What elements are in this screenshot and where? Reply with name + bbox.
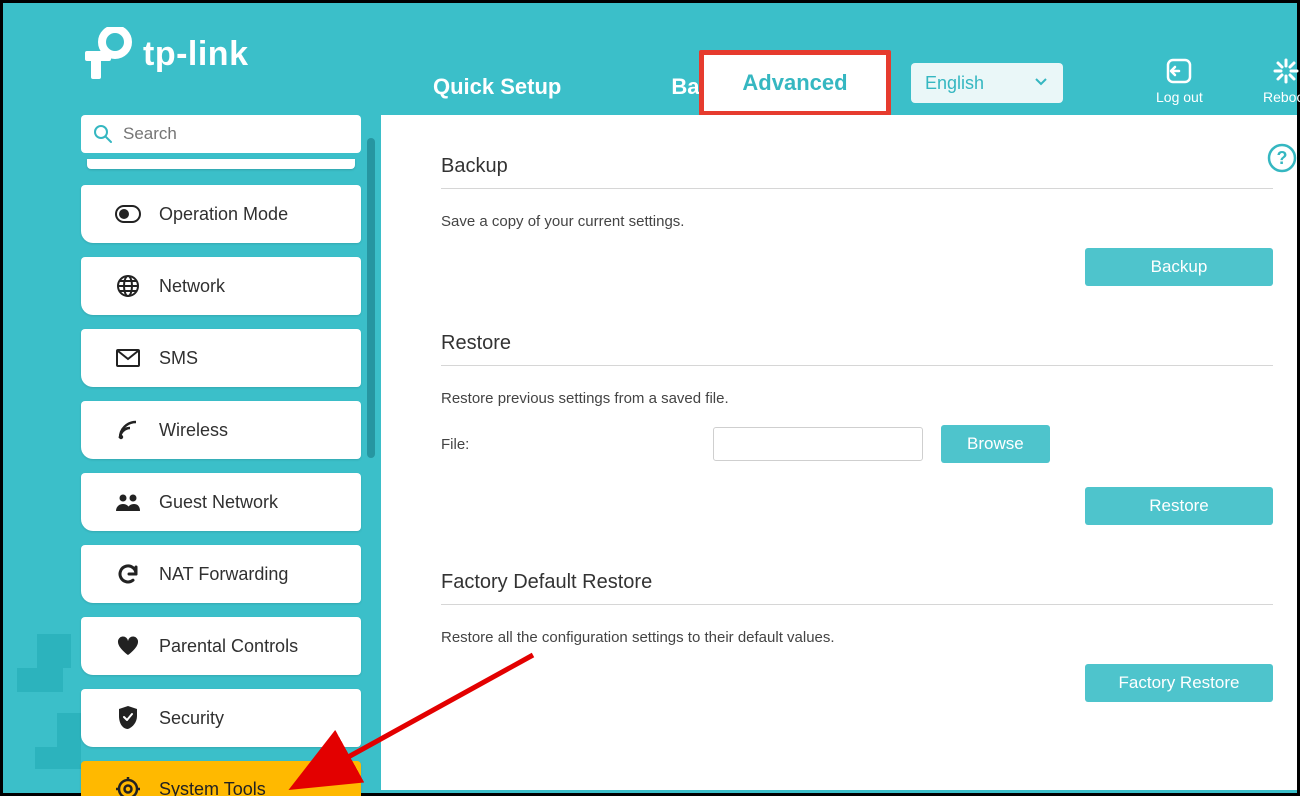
sidebar-item-nat-forwarding[interactable]: NAT Forwarding <box>81 545 361 603</box>
reboot-button[interactable]: Reboot <box>1263 57 1300 105</box>
tab-advanced-label: Advanced <box>712 60 878 106</box>
chevron-down-icon <box>1033 73 1049 94</box>
restore-button[interactable]: Restore <box>1085 487 1273 525</box>
sidebar-item-label: NAT Forwarding <box>159 564 288 585</box>
sidebar-item-system-tools[interactable]: System Tools <box>81 761 361 796</box>
sidebar-item-parental-controls[interactable]: Parental Controls <box>81 617 361 675</box>
shield-icon <box>115 705 141 731</box>
tab-advanced[interactable]: Advanced <box>699 50 891 116</box>
toggle-icon <box>115 201 141 227</box>
section-title: Factory Default Restore <box>441 571 1273 605</box>
sidebar-item-wireless[interactable]: Wireless <box>81 401 361 459</box>
search-icon <box>93 124 113 144</box>
brand-text: tp-link <box>143 35 248 74</box>
file-label: File: <box>441 436 713 453</box>
sidebar-item-operation-mode[interactable]: Operation Mode <box>81 185 361 243</box>
sidebar-item-label: Parental Controls <box>159 636 298 657</box>
heart-icon <box>115 633 141 659</box>
sidebar-item-label: Security <box>159 708 224 729</box>
sidebar-item-label: Wireless <box>159 420 228 441</box>
sidebar-item-security[interactable]: Security <box>81 689 361 747</box>
search-box[interactable] <box>81 115 361 153</box>
sidebar-item-label: Network <box>159 276 225 297</box>
section-title: Restore <box>441 332 1273 366</box>
backup-button[interactable]: Backup <box>1085 248 1273 286</box>
section-restore: Restore Restore previous settings from a… <box>441 332 1277 525</box>
search-input[interactable] <box>123 124 349 144</box>
language-select[interactable]: English <box>911 63 1063 103</box>
section-desc: Restore all the configuration settings t… <box>441 629 1277 646</box>
sidebar-item-label: System Tools <box>159 779 266 796</box>
section-title: Backup <box>441 155 1273 189</box>
browse-button[interactable]: Browse <box>941 425 1050 463</box>
svg-text:?: ? <box>1277 148 1288 168</box>
people-icon <box>115 489 141 515</box>
envelope-icon <box>115 345 141 371</box>
wifi-icon <box>115 417 141 443</box>
brand-logo: tp-link <box>85 27 248 81</box>
reboot-label: Reboot <box>1263 89 1300 105</box>
language-selected: English <box>925 73 984 94</box>
file-path-input[interactable] <box>713 427 923 461</box>
header-bar: tp-link Quick Setup Basic Advanced Engli… <box>3 3 1297 115</box>
main-panel: ? Backup Save a copy of your current set… <box>381 115 1297 790</box>
tp-link-mark-icon <box>85 27 133 81</box>
sidebar-item-guest-network[interactable]: Guest Network <box>81 473 361 531</box>
tab-quick-setup[interactable]: Quick Setup <box>403 58 591 115</box>
section-desc: Restore previous settings from a saved f… <box>441 390 1277 407</box>
sidebar-scrollbar[interactable] <box>367 138 375 458</box>
help-icon[interactable]: ? <box>1267 143 1297 173</box>
logout-label: Log out <box>1156 89 1203 105</box>
arrows-cycle-icon <box>115 561 141 587</box>
decoration <box>35 747 81 769</box>
file-row: File: Browse <box>441 425 1277 463</box>
sidebar: Operation Mode Network SMS Wireless Gues… <box>81 115 361 790</box>
reboot-icon <box>1272 57 1300 85</box>
sidebar-item-label: SMS <box>159 348 198 369</box>
factory-restore-button[interactable]: Factory Restore <box>1085 664 1273 702</box>
sidebar-prev-peek <box>87 159 355 169</box>
logout-button[interactable]: Log out <box>1156 57 1203 105</box>
section-backup: Backup Save a copy of your current setti… <box>441 155 1277 286</box>
globe-icon <box>115 273 141 299</box>
decoration <box>17 668 63 692</box>
sidebar-item-network[interactable]: Network <box>81 257 361 315</box>
sidebar-item-label: Operation Mode <box>159 204 288 225</box>
logout-icon <box>1165 57 1193 85</box>
section-desc: Save a copy of your current settings. <box>441 213 1277 230</box>
sidebar-item-sms[interactable]: SMS <box>81 329 361 387</box>
gear-icon <box>115 776 141 796</box>
sidebar-item-label: Guest Network <box>159 492 278 513</box>
section-factory: Factory Default Restore Restore all the … <box>441 571 1277 702</box>
decoration <box>37 634 71 668</box>
